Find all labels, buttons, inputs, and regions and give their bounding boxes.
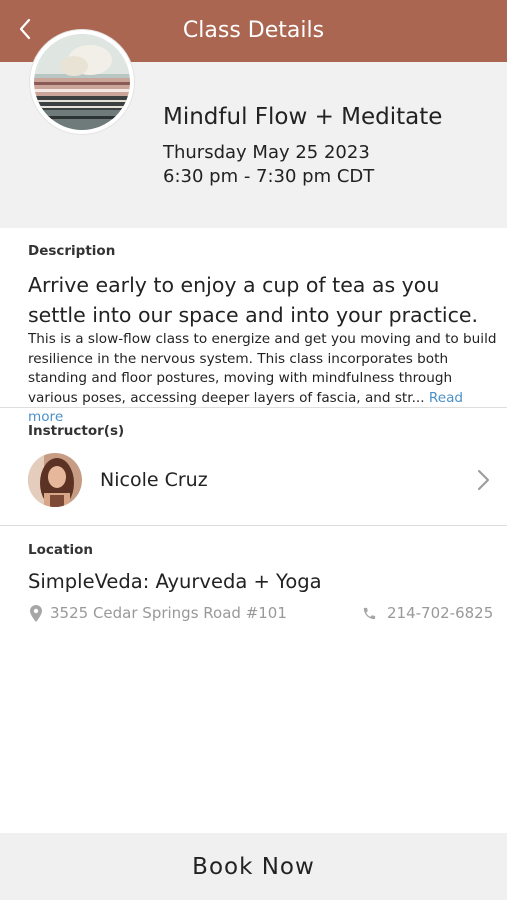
avatar — [28, 453, 82, 507]
description-text: This is a slow-flow class to energize an… — [28, 331, 497, 406]
class-time: 6:30 pm - 7:30 pm CDT — [163, 166, 375, 187]
book-now-button[interactable]: Book Now — [0, 833, 507, 900]
description-headline: Arrive early to enjoy a cup of tea as yo… — [28, 273, 478, 327]
address-link[interactable]: 3525 Cedar Springs Road #101 — [30, 604, 287, 622]
description-body: This is a slow-flow class to energize an… — [28, 330, 498, 428]
instructor-name: Nicole Cruz — [100, 469, 208, 491]
instructor-item[interactable]: Nicole Cruz — [0, 447, 507, 513]
class-photo — [34, 34, 130, 130]
location-name: SimpleVeda: Ayurveda + Yoga — [28, 570, 322, 593]
phone-text: 214-702-6825 — [387, 604, 494, 622]
class-name: Mindful Flow + Meditate — [163, 104, 443, 130]
phone-icon — [363, 607, 376, 619]
chevron-right-icon — [478, 470, 489, 490]
class-image — [30, 30, 134, 134]
map-pin-icon — [30, 604, 42, 622]
instructor-photo — [28, 453, 82, 507]
chevron-left-icon — [19, 18, 31, 40]
instructor-label: Instructor(s) — [28, 423, 125, 439]
class-date: Thursday May 25 2023 — [163, 142, 370, 163]
phone-link[interactable]: 214-702-6825 — [362, 604, 493, 622]
back-button[interactable] — [14, 14, 36, 44]
divider — [0, 525, 507, 526]
divider — [0, 407, 507, 408]
description-label: Description — [28, 243, 116, 259]
address-text: 3525 Cedar Springs Road #101 — [50, 604, 287, 622]
location-label: Location — [28, 542, 93, 558]
